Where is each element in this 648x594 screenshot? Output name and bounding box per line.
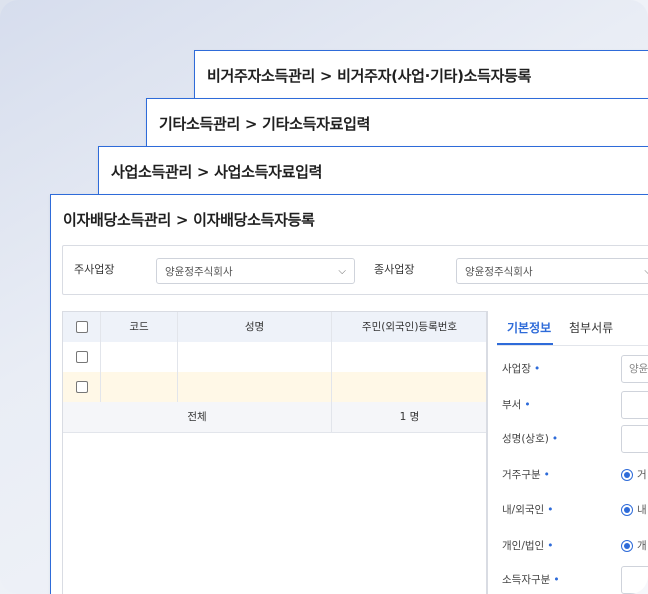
income-earner-table: 코드 성명 주민(외국인)등록번호 전체 1 명: [62, 311, 488, 594]
sub-workplace-label: 종사업장: [374, 263, 415, 276]
cell-id-number[interactable]: [332, 372, 487, 402]
sub-workplace-value: 양윤정주식회사: [465, 266, 533, 278]
person-type-label: 개인/법인 •: [502, 540, 554, 552]
total-label: 전체: [63, 402, 332, 432]
cell-name[interactable]: [178, 372, 332, 402]
radio-selected-icon: [621, 469, 633, 481]
radio-selected-icon: [621, 504, 633, 516]
department-input[interactable]: [621, 391, 648, 419]
header-checkbox-cell: [63, 312, 101, 342]
chevron-down-icon: ⌵: [338, 266, 346, 277]
chevron-down-icon: ⌵: [644, 259, 648, 285]
table-row[interactable]: [63, 342, 487, 373]
row-checkbox-cell: [63, 372, 101, 402]
income-type-input[interactable]: [621, 566, 648, 594]
income-type-label: 소득자구분 •: [502, 574, 560, 586]
main-workplace-value: 양윤정주식회사: [165, 266, 233, 278]
table-header-row: 코드 성명 주민(외국인)등록번호: [63, 312, 487, 343]
filter-bar: 주사업장 양윤정주식회사 ⌵ 종사업장 양윤정주식회사 ⌵: [62, 245, 648, 295]
radio-selected-icon: [621, 540, 633, 552]
sub-workplace-select[interactable]: 양윤정주식회사 ⌵: [456, 258, 648, 284]
nationality-radio[interactable]: 내: [621, 500, 648, 520]
column-header-id-number[interactable]: 주민(외국인)등록번호: [332, 312, 487, 342]
department-label: 부서 •: [502, 399, 531, 411]
row-checkbox-cell: [63, 342, 101, 372]
tab-divider: [497, 345, 648, 346]
main-workplace-label: 주사업장: [74, 263, 115, 276]
name-input[interactable]: [621, 425, 648, 453]
nationality-label: 내/외국인 •: [502, 504, 554, 516]
workplace-label: 사업장 •: [502, 363, 541, 375]
window-title[interactable]: 이자배당소득관리 > 이자배당소득자등록: [51, 195, 648, 243]
row-checkbox[interactable]: [75, 351, 88, 363]
table-total-row: 전체 1 명: [63, 402, 487, 433]
select-all-checkbox[interactable]: [75, 321, 88, 333]
cell-name[interactable]: [178, 342, 332, 372]
background-stage: 비거주자소득관리 > 비거주자(사업·기타)소득자등록 기타소득관리 > 기타소…: [0, 0, 648, 594]
column-header-code[interactable]: 코드: [101, 312, 178, 342]
table-row-selected[interactable]: [63, 372, 487, 403]
name-label: 성명(상호) •: [502, 433, 559, 445]
tab-basic-info[interactable]: 기본정보: [507, 311, 551, 345]
residence-label: 거주구분 •: [502, 469, 550, 481]
window-title[interactable]: 비거주자소득관리 > 비거주자(사업·기타)소득자등록: [195, 51, 648, 99]
cell-id-number[interactable]: [332, 342, 487, 372]
main-workplace-select[interactable]: 양윤정주식회사 ⌵: [156, 258, 355, 284]
cell-code[interactable]: [101, 342, 178, 372]
workplace-input[interactable]: 양윤: [621, 355, 648, 383]
panel-divider: [486, 311, 487, 594]
person-type-radio[interactable]: 개: [621, 536, 648, 556]
window-title[interactable]: 사업소득관리 > 사업소득자료입력: [99, 147, 648, 195]
total-count: 1 명: [399, 411, 420, 423]
tab-attachments[interactable]: 첨부서류: [569, 311, 613, 345]
window-title[interactable]: 기타소득관리 > 기타소득자료입력: [147, 99, 648, 147]
cell-code[interactable]: [101, 372, 178, 402]
column-header-name[interactable]: 성명: [178, 312, 332, 342]
residence-radio[interactable]: 거: [621, 465, 648, 485]
window-interest-dividend: 이자배당소득관리 > 이자배당소득자등록 주사업장 양윤정주식회사 ⌵ 종사업장…: [50, 194, 648, 594]
row-checkbox[interactable]: [75, 381, 88, 393]
